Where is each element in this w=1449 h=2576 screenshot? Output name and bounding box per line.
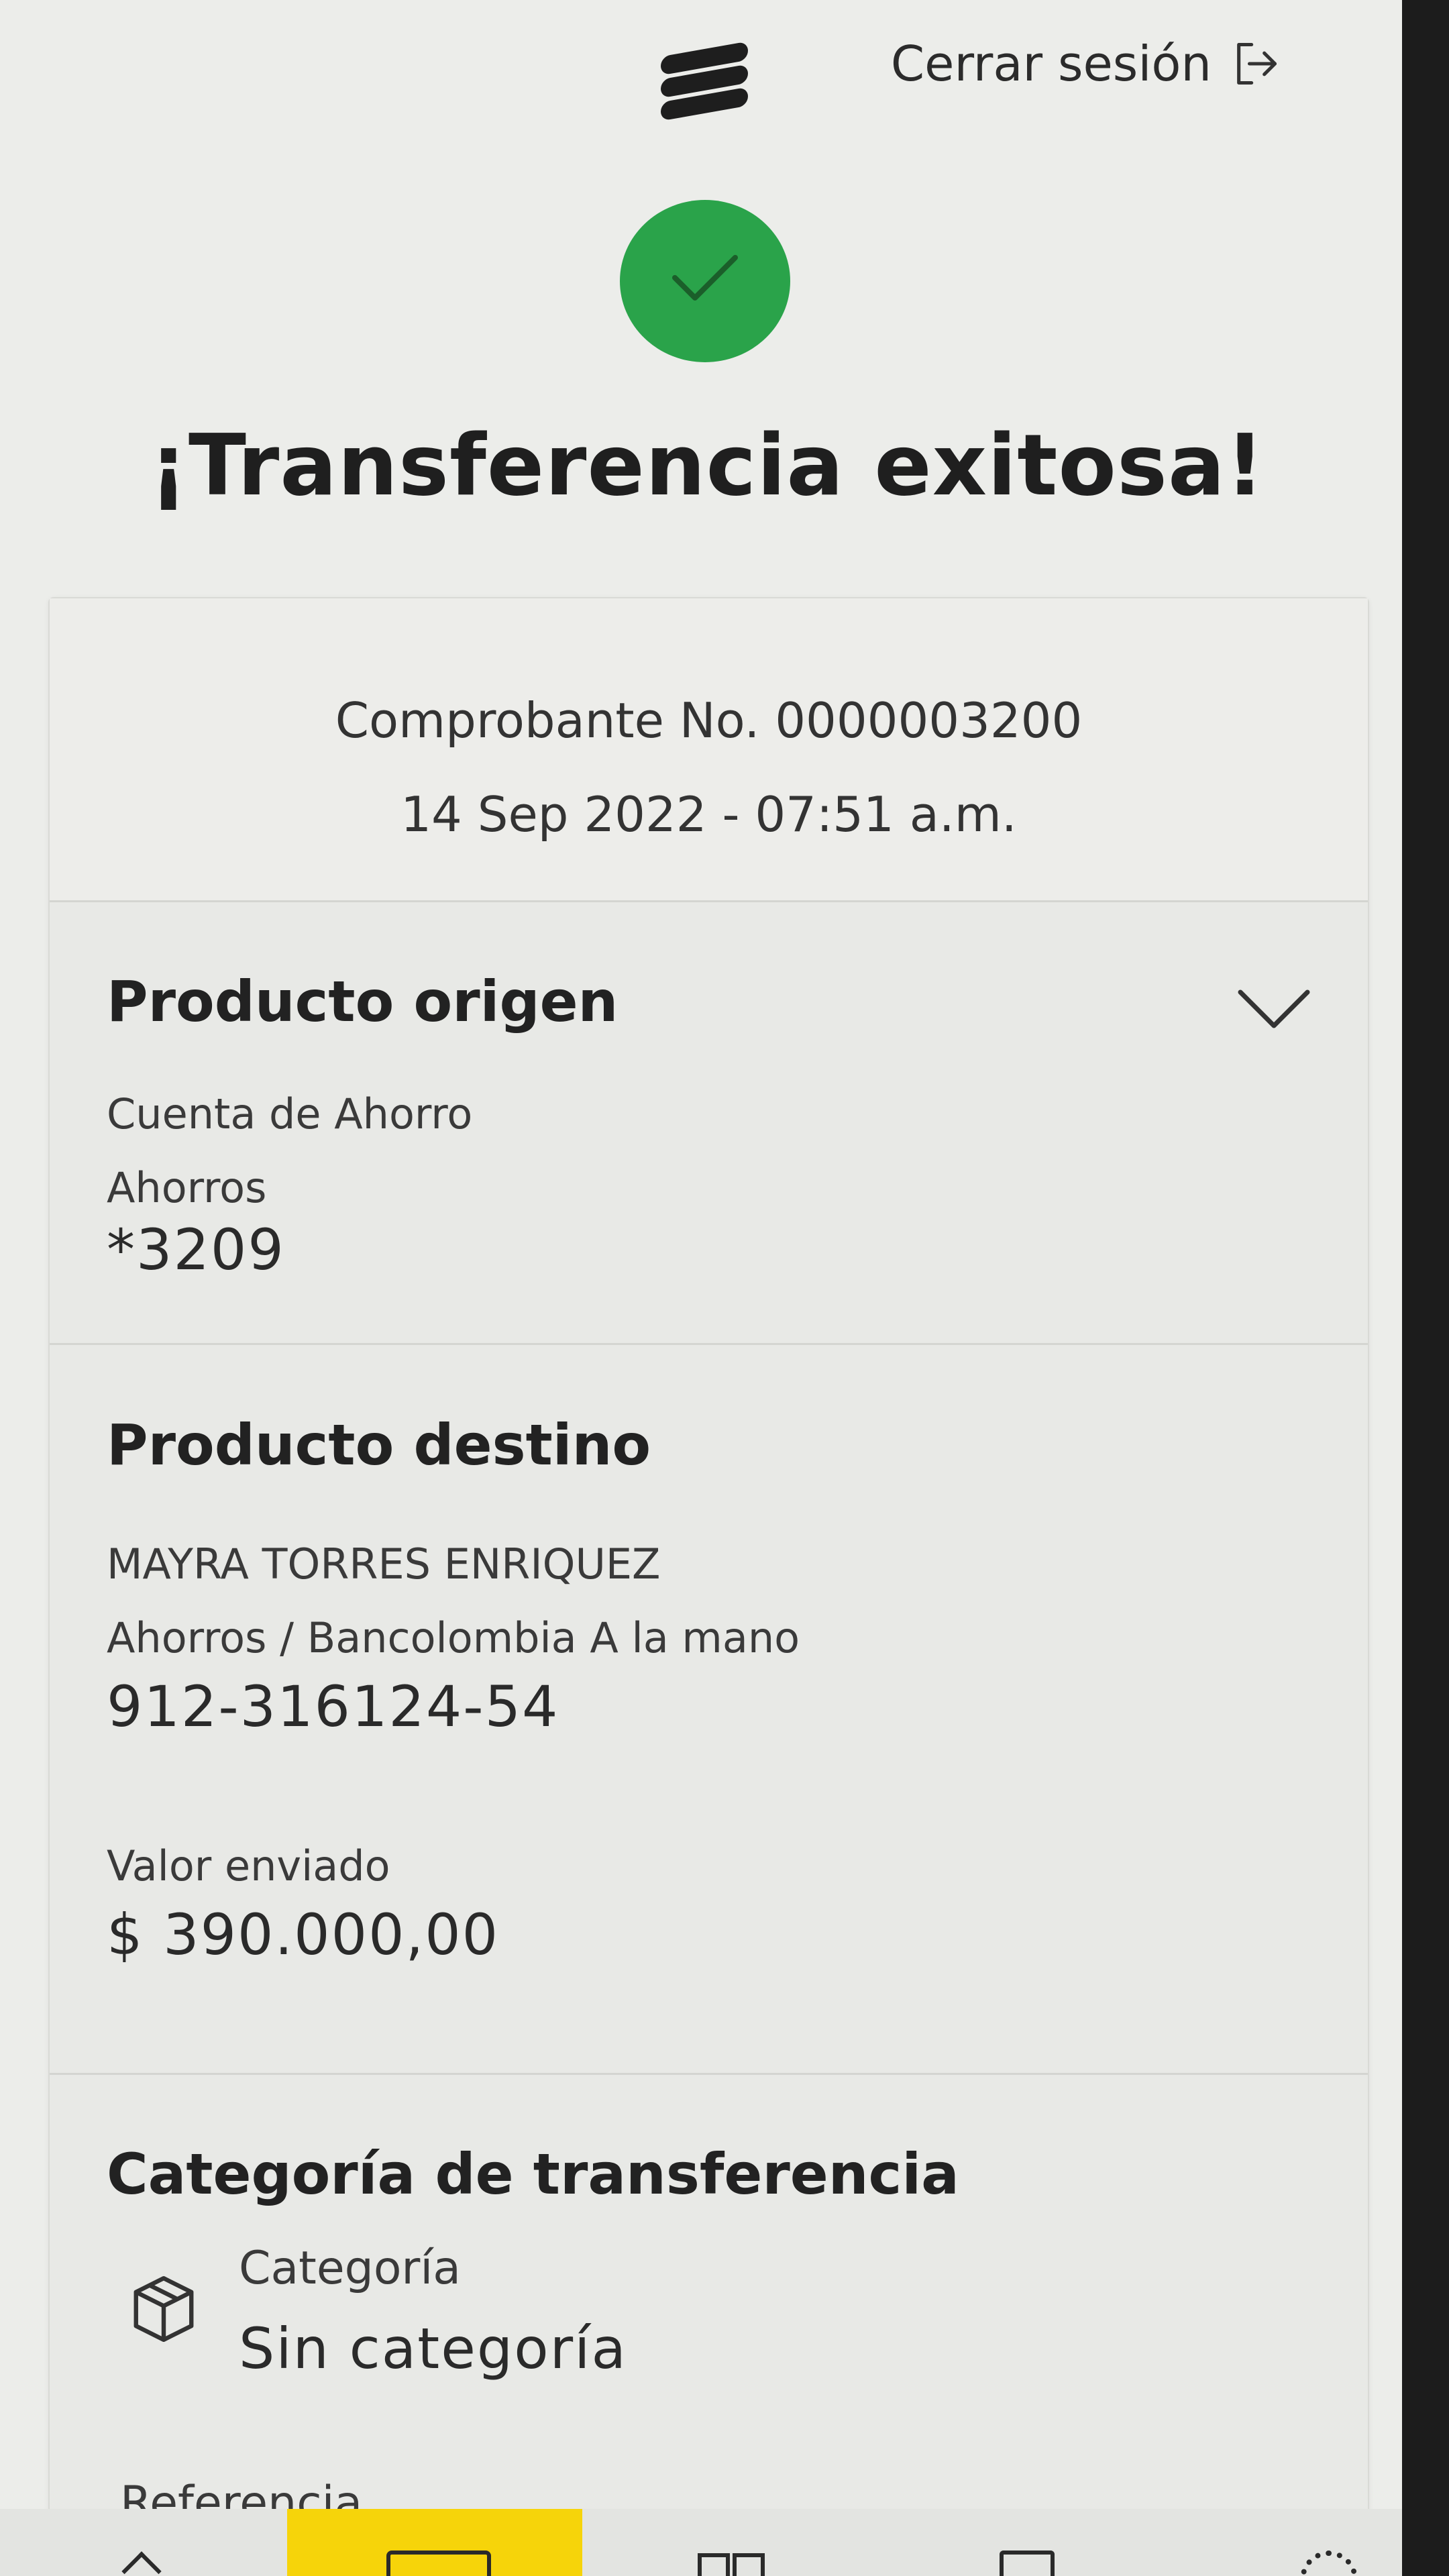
receipt-number: Comprobante No. 0000003200	[335, 692, 1083, 749]
amount-label: Valor enviado	[107, 1841, 390, 1890]
logo-icon	[661, 37, 748, 121]
category-value: Sin categoría	[239, 2316, 627, 2381]
destination-name: MAYRA TORRES ENRIQUEZ	[107, 1540, 661, 1589]
gear-icon	[1300, 2551, 1358, 2576]
receipt-date: 14 Sep 2022 - 07:51 a.m.	[400, 786, 1017, 843]
tab-settings[interactable]	[1295, 2551, 1362, 2576]
tab-products[interactable]	[698, 2551, 765, 2576]
category-section: Categoría de transferencia Categoría Sin…	[50, 2074, 1368, 2576]
package-icon	[133, 2275, 194, 2343]
tab-home[interactable]	[121, 2551, 162, 2576]
origin-title: Producto origen	[107, 969, 619, 1034]
screen: Cerrar sesión ¡Transferencia exitosa! Co…	[0, 0, 1402, 2576]
logout-label: Cerrar sesión	[890, 36, 1212, 92]
check-icon	[620, 200, 790, 362]
receipt-card: Comprobante No. 0000003200 14 Sep 2022 -…	[48, 597, 1369, 2576]
home-icon	[121, 2551, 162, 2576]
origin-account: *3209	[107, 1217, 285, 1283]
receipt-header: Comprobante No. 0000003200 14 Sep 2022 -…	[50, 598, 1368, 902]
page-title: ¡Transferencia exitosa!	[149, 416, 1265, 515]
logout-button[interactable]: Cerrar sesión	[891, 34, 1281, 94]
destination-bank: Ahorros / Bancolombia A la mano	[107, 1613, 800, 1662]
category-title: Categoría de transferencia	[107, 2141, 959, 2207]
device-edge	[1402, 0, 1449, 2576]
origin-type: Cuenta de Ahorro	[107, 1089, 473, 1138]
transfer-icon	[386, 2551, 491, 2576]
grid-icon	[733, 2553, 765, 2576]
category-label: Categoría	[239, 2242, 461, 2295]
chevron-down-icon[interactable]	[1237, 989, 1311, 1029]
origin-section[interactable]: Producto origen Cuenta de Ahorro Ahorros…	[50, 902, 1368, 1283]
bottom-nav	[0, 2509, 1402, 2576]
tab-documents[interactable]	[993, 2551, 1067, 2576]
documents-icon	[1000, 2551, 1055, 2576]
destination-account: 912-316124-54	[107, 1674, 559, 1739]
amount-value: $ 390.000,00	[107, 1902, 500, 1968]
grid-icon	[698, 2553, 730, 2576]
tab-transfers[interactable]	[287, 2509, 582, 2576]
logout-icon	[1237, 42, 1277, 85]
destination-title: Producto destino	[107, 1412, 651, 1478]
origin-subtype: Ahorros	[107, 1163, 267, 1212]
